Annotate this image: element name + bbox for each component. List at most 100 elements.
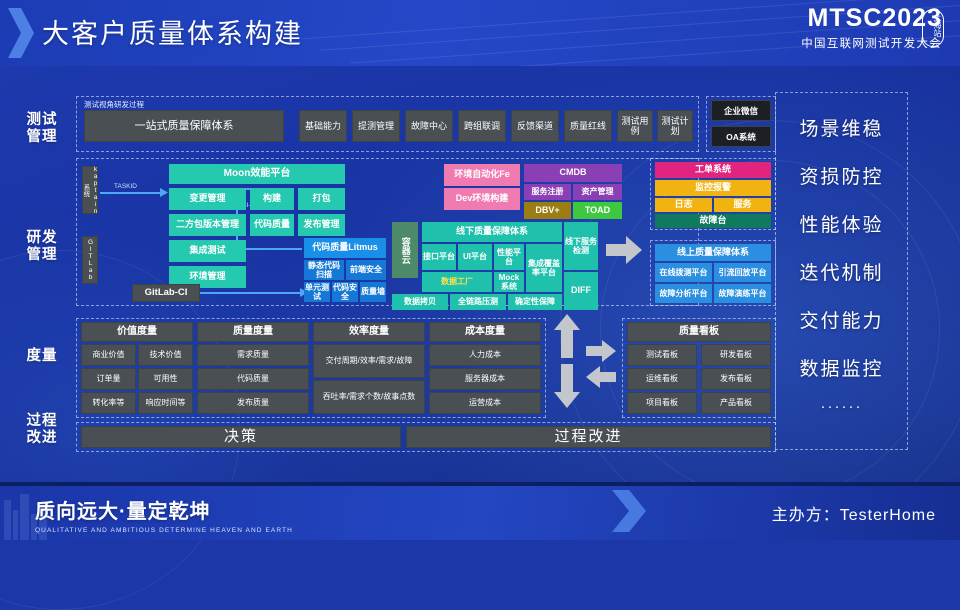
online-system-title[interactable]: 线上质量保障体系 [655,244,771,261]
quality-dashboard-title: 质量看板 [627,322,771,342]
offline-perf-platform[interactable]: 性能平台 [494,244,524,270]
page-title: 大客户质量体系构建 [42,19,303,49]
pipeline-code-quality[interactable]: 代码质量 [250,214,294,236]
external-system-oa[interactable]: OA系统 [711,126,771,147]
metric-cost-labor[interactable]: 人力成本 [429,344,541,366]
logo-main-text: MTSC2023 [807,4,942,32]
row-label-test-management-line2: 管理 [26,129,58,145]
pipeline-build[interactable]: 构建 [250,188,294,210]
arrow-right-small-icon [586,340,616,362]
slide-footer: 质向远大·量定乾坤 QUALITATIVE AND AMBITIOUS DETE… [0,482,960,540]
metric-quality-code[interactable]: 代码质量 [197,368,309,390]
capability-item-4: 交付能力 [799,311,884,332]
metric-value-business[interactable]: 商业价值 [81,344,136,366]
offline-data-copy[interactable]: 数据拷贝 [392,294,448,310]
capability-item-3: 迭代机制 [799,263,884,284]
metric-efficiency-cycle[interactable]: 交付周期/效率/需求/故障 [313,344,425,378]
system-gitlab[interactable]: GITLab [82,236,98,284]
offline-ui-platform[interactable]: UI平台 [458,244,492,270]
code-quality-code-security[interactable]: 代码安全 [332,282,358,302]
pipeline-change-mgmt[interactable]: 变更管理 [169,188,246,210]
tm-item-6[interactable]: 测试用例 [617,110,653,142]
dashboard-item-release[interactable]: 发布看板 [701,368,771,390]
row-label-measurement-text: 度量 [26,348,58,364]
offline-full-link-stress[interactable]: 全链路压测 [450,294,506,310]
slogan-block: 质向远大·量定乾坤 QUALITATIVE AND AMBITIOUS DETE… [35,495,293,534]
code-quality-quality-wall[interactable]: 质量墙 [360,282,386,302]
pipeline-package[interactable]: 打包 [298,188,345,210]
ops-log[interactable]: 日志 [655,198,712,212]
metric-value-tech[interactable]: 技术价值 [138,344,193,366]
cmdb-title[interactable]: CMDB [524,164,622,182]
code-quality-unit-test[interactable]: 单元测试 [304,282,330,302]
dashboard-item-product[interactable]: 产品看板 [701,392,771,414]
logo-city-badge: 上海站 [922,9,944,47]
offline-diff[interactable]: DIFF [564,272,598,310]
cmdb-service-registry[interactable]: 服务注册 [524,184,571,200]
external-system-wecom[interactable]: 企业微信 [711,100,771,121]
offline-api-platform[interactable]: 接口平台 [422,244,456,270]
tm-item-2[interactable]: 故障中心 [405,110,453,142]
code-quality-litmus[interactable]: 代码质量Litmus [304,238,386,258]
cmdb-dbv[interactable]: DBV+ [524,202,571,219]
process-decision-box[interactable]: 决策 [81,426,401,448]
metric-cost-server[interactable]: 服务器成本 [429,368,541,390]
dashboard-item-ops[interactable]: 运维看板 [627,368,697,390]
offline-coverage-platform[interactable]: 集成覆盖率平台 [526,244,562,292]
dev-env-build[interactable]: Dev环境构建 [444,188,520,210]
tm-item-4[interactable]: 反馈渠道 [511,110,559,142]
tm-item-7[interactable]: 测试计划 [657,110,693,142]
offline-system-title[interactable]: 线下质量保障体系 [422,222,562,242]
tm-item-0[interactable]: 基础能力 [299,110,347,142]
metric-quality-release[interactable]: 发布质量 [197,392,309,414]
slogan-chinese: 质向远大·量定乾坤 [35,501,211,523]
container-cloud[interactable]: 容器云 [392,222,418,278]
fault-console[interactable]: 故障台 [655,214,771,228]
process-improvement-box[interactable]: 过程改进 [406,426,771,448]
metric-group-title-efficiency: 效率度量 [313,322,425,342]
pipeline-integration-test[interactable]: 集成测试 [169,240,246,262]
online-fault-drill[interactable]: 故障演练平台 [714,284,771,303]
metric-value-orders[interactable]: 订单量 [81,368,136,390]
tm-item-3[interactable]: 跨组联调 [458,110,506,142]
gitlab-ci-box[interactable]: GitLab-CI [132,284,200,302]
metric-value-response[interactable]: 响应时间等 [138,392,193,414]
cmdb-asset-mgmt[interactable]: 资产管理 [573,184,622,200]
metric-value-conversion[interactable]: 转化率等 [81,392,136,414]
metric-efficiency-throughput[interactable]: 吞吐率/需求个数/故事点数 [313,380,425,414]
slogan-english: QUALITATIVE AND AMBITIOUS DETERMINE HEAV… [35,527,293,534]
arrow-taskid-icon [160,188,168,197]
monitor-alert[interactable]: 监控报警 [655,180,771,196]
test-management-main-box: 一站式质量保障体系 [84,110,284,142]
code-quality-static-scan[interactable]: 静态代码扫描 [304,260,344,280]
pipeline-dep-version[interactable]: 二方包版本管理 [169,214,246,236]
connector-taskid [100,192,162,194]
metric-value-availability[interactable]: 可用性 [138,368,193,390]
code-quality-frontend-security[interactable]: 前端安全 [346,260,386,280]
system-kaptain[interactable]: kaptain系统 [82,166,99,215]
offline-mock-system[interactable]: Mock系统 [494,272,524,292]
tm-item-1[interactable]: 提测管理 [352,110,400,142]
offline-data-factory[interactable]: 数据工厂 [422,272,492,292]
dashboard-item-rd[interactable]: 研发看板 [701,344,771,366]
online-fault-analysis[interactable]: 故障分析平台 [655,284,712,303]
dashboard-item-test[interactable]: 测试看板 [627,344,697,366]
tm-item-5[interactable]: 质量红线 [564,110,612,142]
dashboard-item-project[interactable]: 项目看板 [627,392,697,414]
env-automation-fe[interactable]: 环境自动化Fe [444,164,520,186]
row-label-process-line1: 过程 [26,413,58,429]
offline-determinism[interactable]: 确定性保障 [508,294,562,310]
online-traffic-replay[interactable]: 引流回放平台 [714,263,771,282]
row-label-test-management-line1: 测试 [26,112,58,128]
cmdb-toad[interactable]: TOAD [573,202,622,219]
ticket-system[interactable]: 工单系统 [655,162,771,178]
metric-cost-operation[interactable]: 运营成本 [429,392,541,414]
online-probe-platform[interactable]: 在线拨测平台 [655,263,712,282]
ops-service[interactable]: 服务 [714,198,771,212]
metric-group-title-value: 价值度量 [81,322,193,342]
moon-platform[interactable]: Moon效能平台 [169,164,345,184]
pipeline-release-mgmt[interactable]: 发布管理 [298,214,345,236]
offline-service-check[interactable]: 线下服务检测 [564,222,598,270]
arrow-up-icon [554,314,580,358]
metric-quality-requirement[interactable]: 需求质量 [197,344,309,366]
